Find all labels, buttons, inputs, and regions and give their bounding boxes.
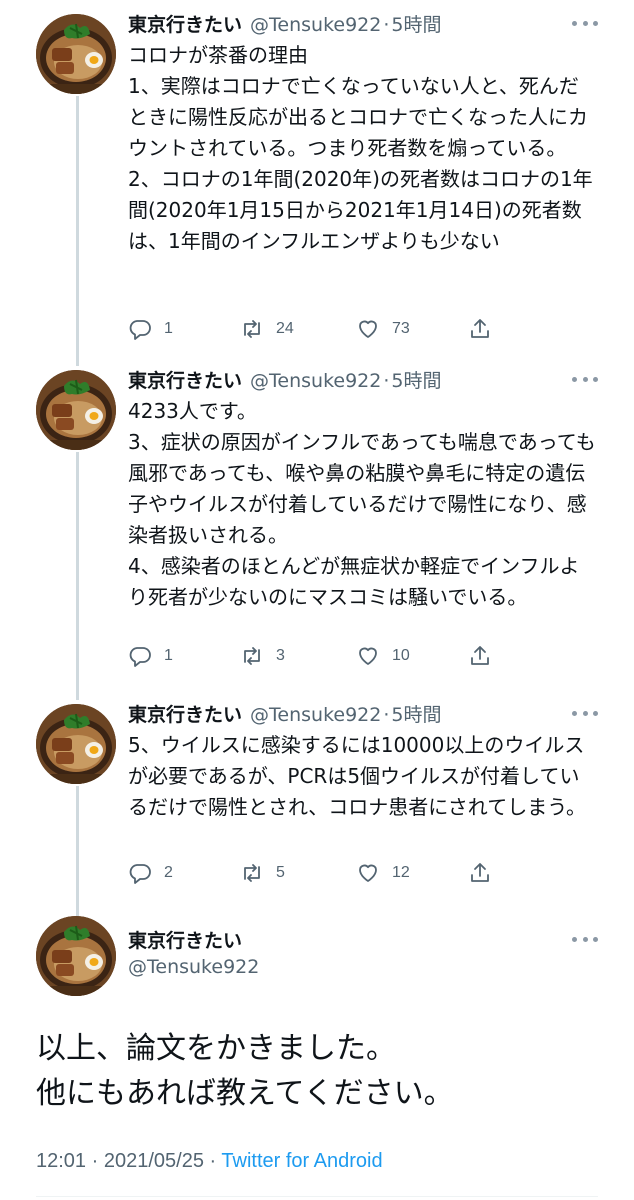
more-icon[interactable] bbox=[572, 16, 598, 30]
heart-icon bbox=[359, 864, 377, 882]
retweet-count: 5 bbox=[276, 864, 285, 881]
reply-button[interactable]: 1 bbox=[128, 643, 173, 669]
share-icon bbox=[471, 646, 489, 665]
retweet-count: 24 bbox=[276, 320, 294, 337]
tweet-actions: 2 5 12 bbox=[128, 860, 498, 886]
tweet-date[interactable]: 2021/05/25 bbox=[104, 1150, 204, 1172]
more-icon[interactable] bbox=[572, 932, 598, 946]
reply-count: 2 bbox=[164, 864, 173, 881]
retweet-icon bbox=[244, 864, 260, 882]
tweet-actions: 1 3 10 bbox=[128, 643, 498, 669]
divider bbox=[36, 1196, 598, 1197]
ramen-avatar-icon bbox=[36, 916, 116, 996]
ramen-avatar-icon bbox=[36, 14, 116, 94]
dot-separator: · bbox=[383, 14, 390, 36]
reply-icon bbox=[129, 320, 151, 340]
main-tweet-text: 以上、論文をかきました。 他にもあれば教えてください。 bbox=[36, 1031, 454, 1111]
dot-separator: · bbox=[383, 370, 390, 392]
share-button[interactable] bbox=[468, 860, 492, 886]
share-icon bbox=[471, 863, 489, 882]
dot-separator: · bbox=[209, 1150, 217, 1172]
dot-separator: · bbox=[91, 1150, 99, 1172]
author-handle[interactable]: @Tensuke922 bbox=[250, 370, 381, 392]
avatar[interactable] bbox=[36, 916, 116, 996]
share-button[interactable] bbox=[468, 316, 492, 342]
thread-line bbox=[76, 96, 79, 366]
retweet-button[interactable]: 5 bbox=[240, 860, 285, 886]
like-count: 12 bbox=[392, 864, 410, 881]
retweet-button[interactable]: 24 bbox=[240, 316, 294, 342]
reply-button[interactable]: 2 bbox=[128, 860, 173, 886]
heart-icon bbox=[359, 320, 377, 338]
retweet-button[interactable]: 3 bbox=[240, 643, 285, 669]
thread-line bbox=[76, 786, 79, 916]
more-icon[interactable] bbox=[572, 706, 598, 720]
reply-count: 1 bbox=[164, 647, 173, 664]
tweet-text: 4233人です。 3、症状の原因がインフルであっても喘息であっても風邪であっても… bbox=[128, 399, 596, 609]
retweet-icon bbox=[244, 647, 260, 665]
author-name[interactable]: 東京行きたい bbox=[128, 700, 242, 727]
tweet-timestamp[interactable]: 5時間 bbox=[391, 700, 441, 727]
reply-count: 1 bbox=[164, 320, 173, 337]
reply-button[interactable]: 1 bbox=[128, 316, 173, 342]
author-handle[interactable]: @Tensuke922 bbox=[128, 956, 259, 978]
author-name[interactable]: 東京行きたい bbox=[128, 926, 242, 953]
avatar[interactable] bbox=[36, 704, 116, 784]
tweet-source-link[interactable]: Twitter for Android bbox=[221, 1150, 382, 1172]
ramen-avatar-icon bbox=[36, 704, 116, 784]
author-name[interactable]: 東京行きたい bbox=[128, 10, 242, 37]
author-name[interactable]: 東京行きたい bbox=[128, 366, 242, 393]
like-button[interactable]: 12 bbox=[356, 860, 410, 886]
tweet-meta: 12:01 · 2021/05/25 · Twitter for Android bbox=[36, 1150, 383, 1173]
tweet-text: コロナが茶番の理由 1、実際はコロナで亡くなっていない人と、死んだときに陽性反応… bbox=[128, 43, 593, 253]
tweet-timestamp[interactable]: 5時間 bbox=[391, 366, 441, 393]
tweet-time[interactable]: 12:01 bbox=[36, 1150, 86, 1172]
like-count: 73 bbox=[392, 320, 410, 337]
like-button[interactable]: 73 bbox=[356, 316, 410, 342]
share-button[interactable] bbox=[468, 643, 492, 669]
author-handle[interactable]: @Tensuke922 bbox=[250, 14, 381, 36]
like-count: 10 bbox=[392, 647, 410, 664]
like-button[interactable]: 10 bbox=[356, 643, 410, 669]
share-icon bbox=[471, 319, 489, 338]
avatar[interactable] bbox=[36, 14, 116, 94]
dot-separator: · bbox=[383, 704, 390, 726]
reply-icon bbox=[129, 864, 151, 884]
tweet-text: 5、ウイルスに感染するには10000以上のウイルスが必要であるが、PCRは5個ウ… bbox=[128, 733, 586, 819]
retweet-icon bbox=[244, 320, 260, 338]
author-handle[interactable]: @Tensuke922 bbox=[250, 704, 381, 726]
thread-line bbox=[76, 452, 79, 700]
reply-icon bbox=[129, 647, 151, 667]
heart-icon bbox=[359, 647, 377, 665]
retweet-count: 3 bbox=[276, 647, 285, 664]
tweet-timestamp[interactable]: 5時間 bbox=[391, 10, 441, 37]
more-icon[interactable] bbox=[572, 372, 598, 386]
tweet-actions: 1 24 73 bbox=[128, 316, 498, 342]
ramen-avatar-icon bbox=[36, 370, 116, 450]
avatar[interactable] bbox=[36, 370, 116, 450]
